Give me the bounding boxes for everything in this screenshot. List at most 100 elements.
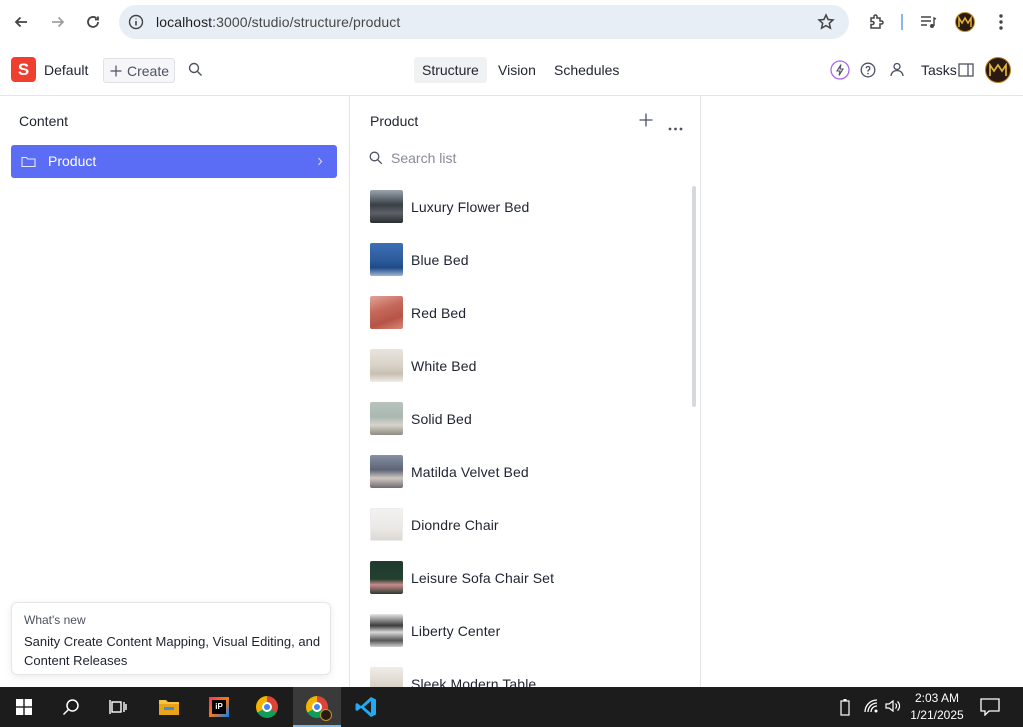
tab-structure[interactable]: Structure <box>414 57 487 83</box>
volume-icon[interactable] <box>885 698 901 719</box>
taskbar-clock[interactable]: 2:03 AM 1/21/2025 <box>905 690 969 724</box>
plus-icon <box>110 65 122 76</box>
taskbar-search-button[interactable] <box>47 687 95 727</box>
profile-avatar-icon[interactable] <box>952 8 978 36</box>
address-bar[interactable]: localhost:3000/studio/structure/product <box>119 5 849 39</box>
product-name: Liberty Center <box>411 622 501 639</box>
pane-menu-button[interactable] <box>668 118 683 136</box>
vscode-button[interactable] <box>342 687 390 727</box>
content-item-label: Product <box>48 153 97 169</box>
list-item[interactable]: Solid Bed <box>370 402 670 435</box>
product-thumbnail <box>370 349 403 382</box>
tab-vision[interactable]: Vision <box>490 57 544 83</box>
browser-toolbar: localhost:3000/studio/structure/product <box>0 0 1023 45</box>
extensions-icon[interactable] <box>862 8 890 36</box>
tasks-button[interactable]: Tasks <box>921 62 957 78</box>
whats-new-body[interactable]: Sanity Create Content Mapping, Visual Ed… <box>24 632 324 670</box>
create-label: Create <box>127 62 170 79</box>
list-scrollbar[interactable] <box>692 186 696 407</box>
content-pane-title: Content <box>19 113 69 129</box>
ellipsis-icon <box>668 127 683 131</box>
product-thumbnail <box>370 561 403 594</box>
task-view-icon <box>109 700 127 714</box>
taskbar: iP 2:03 AM 1/21/2025 <box>0 687 1023 727</box>
media-control-icon[interactable] <box>914 8 942 36</box>
tab-schedules[interactable]: Schedules <box>546 57 627 83</box>
product-name: White Bed <box>411 357 477 374</box>
back-icon <box>14 16 27 28</box>
reload-icon <box>87 16 99 28</box>
community-icon[interactable] <box>887 60 907 80</box>
product-pane-title: Product <box>370 113 419 129</box>
list-item[interactable]: Liberty Center <box>370 614 670 647</box>
plus-icon <box>639 113 653 127</box>
search-icon <box>62 699 79 716</box>
list-item[interactable]: White Bed <box>370 349 670 382</box>
intellij-icon: iP <box>209 697 229 717</box>
sanity-logo[interactable]: S <box>11 57 36 82</box>
chrome-icon <box>306 696 332 721</box>
site-info-icon[interactable] <box>128 14 144 35</box>
product-thumbnail <box>370 402 403 435</box>
avatar[interactable] <box>985 57 1011 83</box>
studio-navbar: S Default Create Structure Vision Schedu… <box>0 45 1023 96</box>
list-item[interactable]: Diondre Chair <box>370 508 670 541</box>
product-name: Diondre Chair <box>411 516 499 533</box>
chrome-button[interactable] <box>243 687 291 727</box>
list-item[interactable]: Red Bed <box>370 296 670 329</box>
battery-icon[interactable] <box>840 698 850 721</box>
search-icon <box>369 151 383 165</box>
list-item[interactable]: Blue Bed <box>370 243 670 276</box>
product-thumbnail <box>370 508 403 541</box>
search-icon[interactable] <box>188 62 203 82</box>
list-item[interactable]: Leisure Sofa Chair Set <box>370 561 670 594</box>
product-name: Luxury Flower Bed <box>411 198 530 215</box>
product-name: Sleek Modern Table <box>411 675 537 688</box>
product-thumbnail <box>370 614 403 647</box>
document-pane-empty <box>701 96 1023 687</box>
product-name: Solid Bed <box>411 410 472 427</box>
product-name: Matilda Velvet Bed <box>411 463 529 480</box>
address-url[interactable]: localhost:3000/studio/structure/product <box>156 14 400 30</box>
folder-icon <box>159 700 179 715</box>
search-list-input[interactable]: Search list <box>368 146 688 170</box>
start-button[interactable] <box>0 687 48 727</box>
notification-icon[interactable] <box>980 698 1000 721</box>
chevron-right-icon <box>318 157 323 166</box>
help-icon[interactable] <box>858 60 878 80</box>
toolbar-divider <box>900 8 904 36</box>
content-pane <box>0 96 350 687</box>
product-list: Luxury Flower Bed Blue Bed Red Bed White… <box>350 180 691 687</box>
product-thumbnail <box>370 455 403 488</box>
content-item-product[interactable]: Product <box>11 145 337 178</box>
list-item[interactable]: Matilda Velvet Bed <box>370 455 670 488</box>
task-view-button[interactable] <box>94 687 142 727</box>
split-panel-icon[interactable] <box>956 60 976 80</box>
list-item[interactable]: Sleek Modern Table <box>370 667 670 687</box>
menu-kebab-icon[interactable] <box>988 8 1014 36</box>
product-name: Blue Bed <box>411 251 469 268</box>
folder-icon <box>21 156 36 168</box>
product-name: Red Bed <box>411 304 467 321</box>
back-button[interactable] <box>6 7 36 37</box>
whats-new-title: What's new <box>24 613 86 627</box>
windows-icon <box>16 699 32 715</box>
list-item[interactable]: Luxury Flower Bed <box>370 190 670 223</box>
wifi-icon[interactable] <box>863 698 879 719</box>
clock-date: 1/21/2025 <box>910 708 964 722</box>
whats-new-card[interactable]: What's new Sanity Create Content Mapping… <box>11 602 331 675</box>
file-explorer-button[interactable] <box>145 687 193 727</box>
clock-time: 2:03 AM <box>914 691 960 705</box>
product-thumbnail <box>370 190 403 223</box>
lightning-icon[interactable] <box>830 60 850 80</box>
add-document-button[interactable] <box>639 113 653 132</box>
product-thumbnail <box>370 667 403 687</box>
create-button[interactable]: Create <box>103 58 175 83</box>
bookmark-star-icon[interactable] <box>817 13 835 36</box>
forward-button[interactable] <box>43 7 73 37</box>
forward-icon <box>52 16 65 28</box>
intellij-button[interactable]: iP <box>195 687 243 727</box>
reload-button[interactable] <box>78 7 108 37</box>
workspace-name[interactable]: Default <box>44 62 88 78</box>
chrome-profile-button[interactable] <box>293 687 341 727</box>
